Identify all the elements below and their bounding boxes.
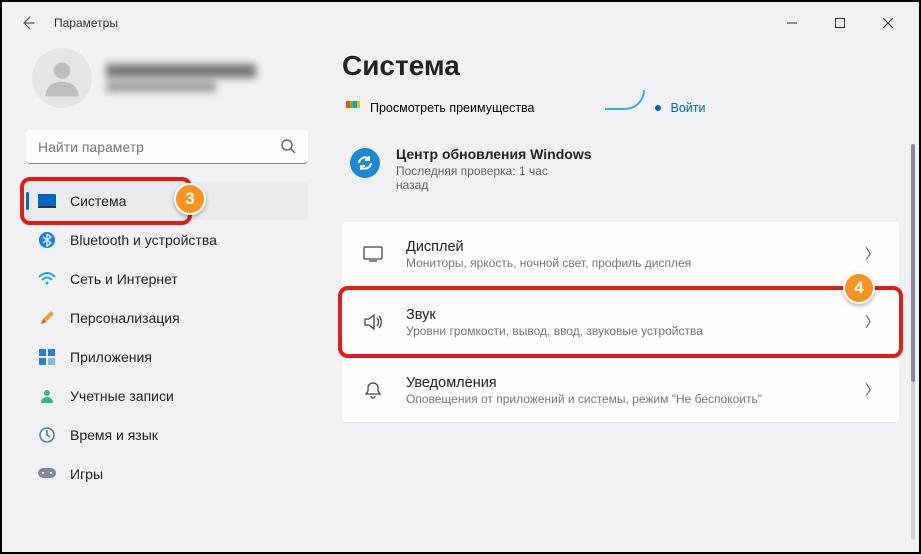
profile-block[interactable] [26,44,308,112]
sidebar-item-label: Персонализация [70,310,180,326]
card-notifications[interactable]: Уведомления Оповещения от приложений и с… [342,358,899,422]
close-icon [883,18,893,28]
account-icon [38,387,56,405]
sidebar-item-label: Учетные записи [70,388,174,404]
card-display[interactable]: Дисплей Мониторы, яркость, ночной свет, … [342,222,899,286]
maximize-button[interactable] [817,7,863,39]
sidebar-item-system[interactable]: Система [26,182,308,220]
chevron-right-icon: 〉 [865,312,879,332]
card-title: Уведомления [406,375,843,391]
search-input[interactable] [26,130,308,164]
window-title: Параметры [54,16,118,30]
bluetooth-icon [38,231,56,249]
search-icon [280,138,296,159]
dot-icon [655,105,661,111]
annotation-badge-4: 4 [843,272,875,304]
maximize-icon [835,18,845,28]
minimize-button[interactable] [769,7,815,39]
monitor-icon [38,192,56,210]
card-subtitle: Мониторы, яркость, ночной свет, профиль … [406,256,843,270]
apps-icon [38,348,56,366]
person-icon [40,56,84,100]
profile-text-blurred [106,64,256,92]
clock-globe-icon [38,426,56,444]
onedrive-icon [605,90,645,110]
page-title: Система [342,50,899,82]
banner-benefits[interactable]: Просмотреть преимущества [346,101,535,115]
annotation-badge-3: 3 [174,183,206,215]
chevron-right-icon: 〉 [865,380,879,400]
sidebar-item-accounts[interactable]: Учетные записи [26,377,308,415]
minimize-icon [787,18,797,28]
update-title: Центр обновления Windows [396,146,592,162]
settings-card-list: Дисплей Мониторы, яркость, ночной свет, … [342,222,899,422]
card-title: Дисплей [406,239,843,255]
windows-update-block[interactable]: Центр обновления Windows Последняя прове… [342,146,899,192]
banner-signin[interactable]: Войти [605,98,706,118]
brush-icon [38,309,56,327]
card-title: Звук [406,307,843,323]
update-icon [350,148,380,178]
card-subtitle: Оповещения от приложений и системы, режи… [406,392,843,406]
main-panel: Система Просмотреть преимущества Войти Ц… [322,44,919,552]
wifi-icon [38,270,56,288]
banner-signin-label: Войти [671,101,706,115]
search-wrap [26,130,308,164]
sidebar-item-bluetooth[interactable]: Bluetooth и устройства [26,221,308,259]
avatar [32,48,92,108]
sidebar-item-label: Приложения [70,349,152,365]
sidebar-item-label: Игры [70,466,103,482]
window-controls [769,7,911,39]
nav-list: Система 3 Bluetooth и устройства Сеть и … [26,182,308,493]
card-subtitle: Уровни громкости, вывод, ввод, звуковые … [406,324,843,338]
sidebar-item-label: Система [70,193,126,209]
chevron-right-icon: 〉 [865,244,879,264]
sidebar: Система 3 Bluetooth и устройства Сеть и … [2,44,322,552]
sidebar-item-label: Время и язык [70,427,158,443]
banner-benefits-label: Просмотреть преимущества [370,101,535,115]
bell-icon [362,381,384,399]
sidebar-item-time-language[interactable]: Время и язык [26,416,308,454]
sound-icon [362,313,384,331]
gamepad-icon [38,465,56,483]
display-icon [362,246,384,262]
title-bar: Параметры [2,2,919,44]
close-button[interactable] [865,7,911,39]
sidebar-item-personalization[interactable]: Персонализация [26,299,308,337]
card-sound[interactable]: Звук Уровни громкости, вывод, ввод, звук… [342,290,899,354]
scroll-thumb[interactable] [911,144,915,382]
sidebar-item-gaming[interactable]: Игры [26,455,308,493]
sidebar-item-apps[interactable]: Приложения [26,338,308,376]
sidebar-item-label: Bluetooth и устройства [70,232,217,248]
sidebar-item-label: Сеть и Интернет [70,271,178,287]
back-button[interactable] [10,5,46,41]
sidebar-item-network[interactable]: Сеть и Интернет [26,260,308,298]
scrollbar[interactable] [911,144,915,540]
windows-logo-icon [346,101,360,115]
update-subtitle: Последняя проверка: 1 час назад [396,164,576,192]
banner-row: Просмотреть преимущества Войти [342,98,899,118]
arrow-left-icon [20,15,36,31]
